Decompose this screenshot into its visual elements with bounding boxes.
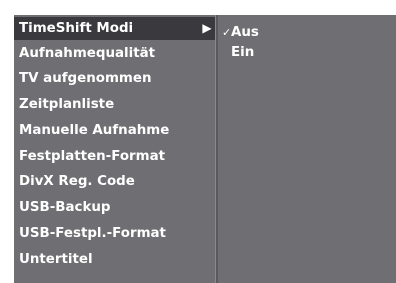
menu-item-festplatten-format[interactable]: Festplatten-Format: [14, 145, 215, 168]
menu-item-tv-aufgenommen[interactable]: TV aufgenommen: [14, 67, 215, 90]
menu-item-zeitplanliste[interactable]: Zeitplanliste: [14, 93, 215, 116]
menu-item-label: Manuelle Aufnahme: [19, 123, 170, 138]
menu-item-divx-reg-code[interactable]: DivX Reg. Code: [14, 170, 215, 193]
option-aus[interactable]: ✓Aus: [222, 24, 259, 42]
menu-item-label: Zeitplanliste: [19, 97, 115, 112]
menu-item-label: USB-Festpl.-Format: [19, 226, 166, 241]
triangle-right-icon: ▶: [202, 21, 212, 35]
option-label: Aus: [231, 25, 259, 40]
menu-item-label: TimeShift Modi: [19, 21, 134, 36]
menu-item-usb-backup[interactable]: USB-Backup: [14, 196, 215, 219]
menu-item-manuelle-aufnahme[interactable]: Manuelle Aufnahme: [14, 119, 215, 142]
option-ein[interactable]: Ein: [231, 44, 254, 62]
menu-item-usb-festpl-format[interactable]: USB-Festpl.-Format: [14, 222, 215, 245]
menu-item-untertitel[interactable]: Untertitel: [14, 248, 215, 271]
menu-item-timeshift-modi[interactable]: TimeShift Modi ▶: [14, 17, 215, 40]
menu-item-label: Festplatten-Format: [19, 149, 166, 164]
checkmark-icon: ✓: [222, 26, 232, 39]
osd-menu: TimeShift Modi ▶ Aufnahmequalität TV auf…: [14, 15, 396, 283]
menu-item-label: Aufnahmequalität: [19, 46, 156, 61]
menu-item-label: TV aufgenommen: [19, 71, 152, 86]
menu-item-label: Untertitel: [19, 252, 93, 267]
option-label: Ein: [231, 45, 255, 60]
menu-item-aufnahmequalitaet[interactable]: Aufnahmequalität: [14, 42, 215, 65]
menu-item-label: USB-Backup: [19, 200, 111, 215]
menu-item-label: DivX Reg. Code: [19, 174, 135, 189]
submenu-panel: ✓Aus Ein: [218, 15, 396, 283]
main-menu: TimeShift Modi ▶ Aufnahmequalität TV auf…: [14, 15, 215, 283]
